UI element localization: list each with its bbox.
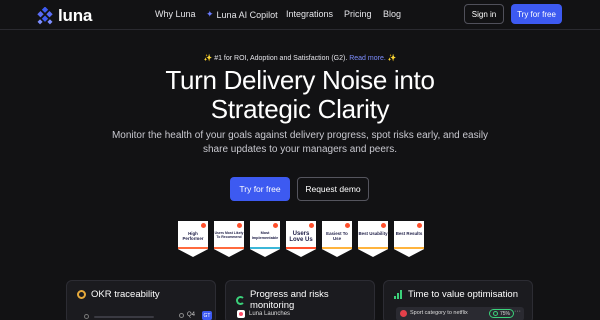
g2-badge: Users Love Us xyxy=(286,221,316,257)
badge-label: Users Love Us xyxy=(289,231,313,243)
g2-badge: Best Usability xyxy=(358,221,388,257)
top-nav: luna Why Luna ✦ Luna AI Copilot Integrat… xyxy=(0,0,600,30)
nav-link-why-luna[interactable]: Why Luna xyxy=(155,9,196,19)
target-icon xyxy=(77,290,86,299)
g2-logo-icon xyxy=(309,223,314,228)
bar-chart-icon xyxy=(394,290,403,299)
time-row: Sport category to netflix 75% ··· xyxy=(396,307,524,320)
time-row-label: Sport category to netflix xyxy=(410,310,468,316)
badge-stripe xyxy=(358,247,388,249)
launch-row: Luna Launches xyxy=(237,310,290,318)
g2-badge: Users Most Likely To Recommend xyxy=(214,221,244,257)
badge-label: Users Most Likely To Recommend xyxy=(214,231,244,239)
card-title: Progress and risks monitoring xyxy=(236,289,374,311)
luna-logo[interactable]: luna xyxy=(36,6,92,26)
g2-logo-icon xyxy=(345,223,350,228)
g2-badges: High Performer Users Most Likely To Reco… xyxy=(178,221,424,259)
brand-name: luna xyxy=(58,6,93,25)
time-to-value-card[interactable]: Time to value optimisation Sport categor… xyxy=(383,280,533,320)
progress-ring-icon xyxy=(493,311,498,316)
badge-stripe xyxy=(178,247,208,249)
g2-badge: High Performer xyxy=(178,221,208,257)
progress-pill: 75% xyxy=(489,309,515,318)
g2-logo-icon xyxy=(273,223,278,228)
hero-try-free-button[interactable]: Try for free xyxy=(230,177,290,201)
netflix-icon xyxy=(400,310,407,317)
card-title-label: OKR traceability xyxy=(91,289,160,300)
quarter-label: Q4 xyxy=(187,312,196,318)
g2-badge: Easiest To Use xyxy=(322,221,352,257)
badge-stripe xyxy=(322,247,352,249)
badge-label: Easiest To Use xyxy=(326,231,348,241)
badge-stripe xyxy=(286,247,316,249)
card-title: OKR traceability xyxy=(77,289,160,300)
sparkle-icon: ✦ xyxy=(206,9,214,19)
headline-line-1: Turn Delivery Noise into xyxy=(165,65,435,95)
g2-badge: Best Results xyxy=(394,221,424,257)
okr-row: Q4 GT xyxy=(78,311,213,320)
nav-link-blog[interactable]: Blog xyxy=(383,9,401,19)
sign-in-button[interactable]: Sign in xyxy=(464,4,504,24)
g2-logo-icon xyxy=(201,223,206,228)
badge-stripe xyxy=(250,247,280,249)
okr-traceability-card[interactable]: OKR traceability Q4 GT xyxy=(66,280,216,320)
nav-link-copilot-label: Luna AI Copilot xyxy=(216,9,278,20)
progress-risks-card[interactable]: Progress and risks monitoring Luna Launc… xyxy=(225,280,375,320)
g2-logo-icon xyxy=(417,223,422,228)
nav-try-free-button[interactable]: Try for free xyxy=(511,4,562,24)
read-more-link[interactable]: Read more. xyxy=(349,55,386,62)
badge-stripe xyxy=(214,247,244,249)
badge-label: Most Implementable xyxy=(251,231,279,240)
nav-link-integrations[interactable]: Integrations xyxy=(286,9,333,19)
card-title: Time to value optimisation xyxy=(394,289,518,300)
hero-subtitle: Monitor the health of your goals against… xyxy=(111,130,489,155)
hero-headline: Turn Delivery Noise into Strategic Clari… xyxy=(0,66,600,124)
g2-badge: Most Implementable xyxy=(250,221,280,257)
sparkle-icon: ✨ xyxy=(387,55,397,62)
request-demo-button[interactable]: Request demo xyxy=(297,177,369,201)
sparkle-icon: ✨ xyxy=(203,55,213,62)
eyebrow-text: #1 for ROI, Adoption and Satisfaction (G… xyxy=(214,55,348,62)
card-title-label: Time to value optimisation xyxy=(408,289,519,300)
progress-percent: 75% xyxy=(500,310,511,317)
badge-label: Best Results xyxy=(395,231,423,236)
badge-stripe xyxy=(394,247,424,249)
launch-icon xyxy=(237,310,245,318)
nav-link-copilot[interactable]: ✦ Luna AI Copilot xyxy=(206,9,278,20)
status-dot-icon xyxy=(84,314,89,319)
placeholder-line xyxy=(94,316,154,318)
avatar: GT xyxy=(202,311,212,320)
nav-link-pricing[interactable]: Pricing xyxy=(344,9,372,19)
badge-label: Best Usability xyxy=(358,231,388,236)
g2-logo-icon xyxy=(237,223,242,228)
luna-logo-icon xyxy=(37,7,53,25)
g2-eyebrow: ✨ #1 for ROI, Adoption and Satisfaction … xyxy=(0,54,600,62)
launch-label: Luna Launches xyxy=(249,311,291,317)
headline-line-2: Strategic Clarity xyxy=(210,94,390,124)
quarter-icon xyxy=(179,313,184,318)
badge-label: High Performer xyxy=(182,231,204,241)
g2-logo-icon xyxy=(381,223,386,228)
progress-ring-icon xyxy=(236,295,245,305)
more-icon[interactable]: ··· xyxy=(514,308,521,315)
card-title-label: Progress and risks monitoring xyxy=(249,289,329,311)
